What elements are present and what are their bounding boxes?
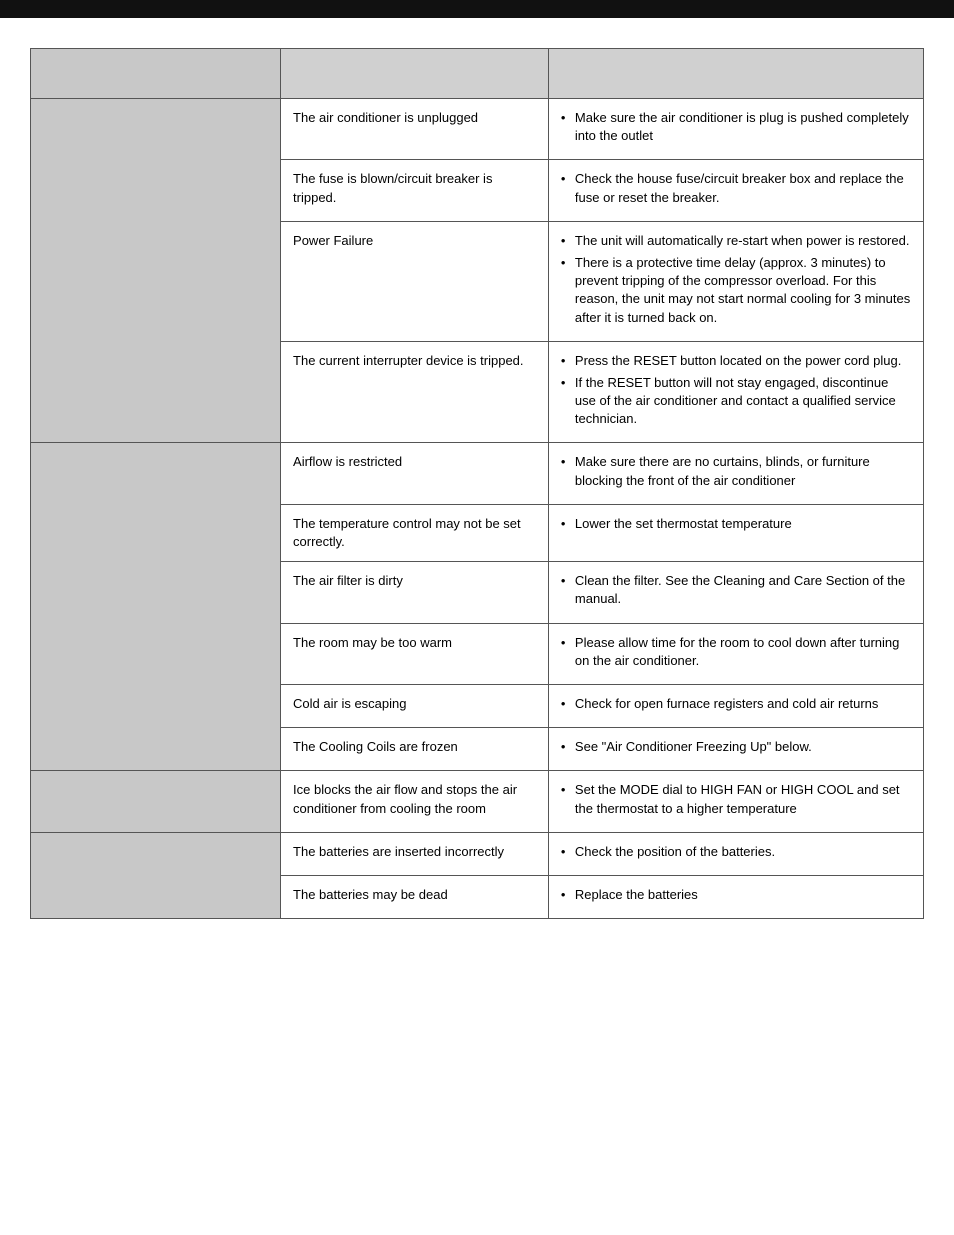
solution-item: Check the house fuse/circuit breaker box…: [561, 170, 911, 206]
cause-cell: Ice blocks the air flow and stops the ai…: [281, 771, 549, 832]
cause-cell: The air conditioner is unplugged: [281, 99, 549, 160]
solution-item: Check the position of the batteries.: [561, 843, 911, 861]
header-solution: [548, 49, 923, 99]
solution-cell: Check the position of the batteries.: [548, 832, 923, 875]
cause-cell: The air filter is dirty: [281, 562, 549, 623]
group-cell-0: [31, 99, 281, 443]
header-cause: [281, 49, 549, 99]
cause-cell: The Cooling Coils are frozen: [281, 728, 549, 771]
cause-cell: The batteries may be dead: [281, 875, 549, 918]
solution-item: Make sure the air conditioner is plug is…: [561, 109, 911, 145]
solution-item: Please allow time for the room to cool d…: [561, 634, 911, 670]
solution-cell: Set the MODE dial to HIGH FAN or HIGH CO…: [548, 771, 923, 832]
solution-cell: Replace the batteries: [548, 875, 923, 918]
group-cell-3: [31, 832, 281, 918]
page-content: The air conditioner is unplugged Make sur…: [0, 18, 954, 949]
solution-item: Clean the filter. See the Cleaning and C…: [561, 572, 911, 608]
solution-item: Make sure there are no curtains, blinds,…: [561, 453, 911, 489]
solution-item: Lower the set thermostat temperature: [561, 515, 911, 533]
cause-cell: Airflow is restricted: [281, 443, 549, 504]
group-cell-1: [31, 443, 281, 771]
solution-item: Check for open furnace registers and col…: [561, 695, 911, 713]
solution-cell: Check the house fuse/circuit breaker box…: [548, 160, 923, 221]
solution-item: Set the MODE dial to HIGH FAN or HIGH CO…: [561, 781, 911, 817]
solution-item: Press the RESET button located on the po…: [561, 352, 911, 370]
solution-item: See "Air Conditioner Freezing Up" below.: [561, 738, 911, 756]
solution-cell: Make sure the air conditioner is plug is…: [548, 99, 923, 160]
solution-item: There is a protective time delay (approx…: [561, 254, 911, 327]
solution-cell: Please allow time for the room to cool d…: [548, 623, 923, 684]
solution-cell: The unit will automatically re-start whe…: [548, 221, 923, 341]
solution-cell: Make sure there are no curtains, blinds,…: [548, 443, 923, 504]
header-problem: [31, 49, 281, 99]
cause-cell: Cold air is escaping: [281, 684, 549, 727]
top-bar: [0, 0, 954, 18]
solution-cell: Check for open furnace registers and col…: [548, 684, 923, 727]
solution-item: The unit will automatically re-start whe…: [561, 232, 911, 250]
cause-cell: Power Failure: [281, 221, 549, 341]
solution-cell: See "Air Conditioner Freezing Up" below.: [548, 728, 923, 771]
troubleshooting-table: The air conditioner is unplugged Make sur…: [30, 48, 924, 919]
solution-item: Replace the batteries: [561, 886, 911, 904]
solution-cell: Clean the filter. See the Cleaning and C…: [548, 562, 923, 623]
solution-item: If the RESET button will not stay engage…: [561, 374, 911, 429]
cause-cell: The temperature control may not be set c…: [281, 504, 549, 561]
group-cell-2: [31, 771, 281, 832]
cause-cell: The batteries are inserted incorrectly: [281, 832, 549, 875]
cause-cell: The fuse is blown/circuit breaker is tri…: [281, 160, 549, 221]
solution-cell: Lower the set thermostat temperature: [548, 504, 923, 561]
cause-cell: The room may be too warm: [281, 623, 549, 684]
solution-cell: Press the RESET button located on the po…: [548, 341, 923, 443]
cause-cell: The current interrupter device is trippe…: [281, 341, 549, 443]
